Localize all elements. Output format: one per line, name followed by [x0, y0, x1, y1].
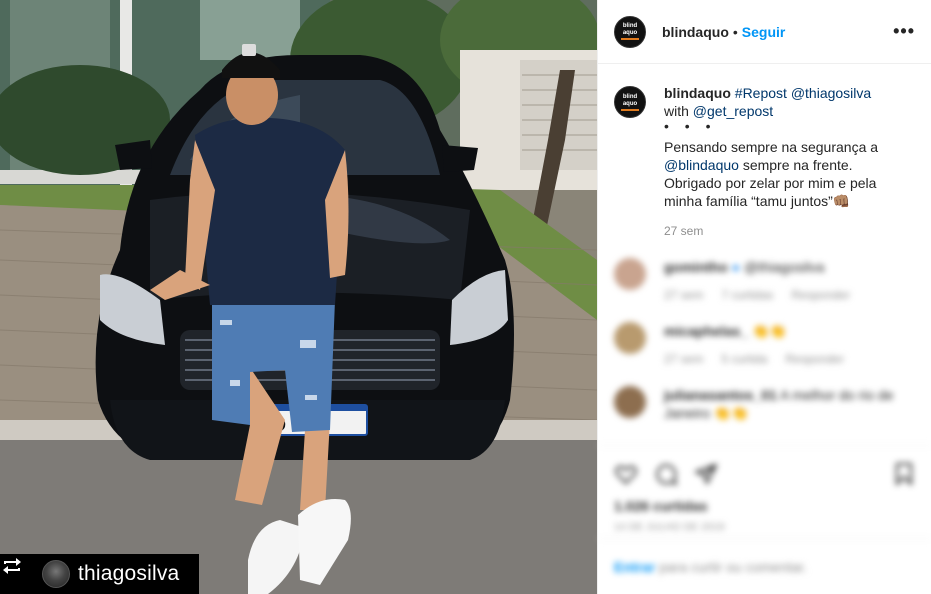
- caption-text: blindaquo #Repost @thiagosilva with @get…: [664, 84, 878, 240]
- repost-hashtag[interactable]: #Repost: [735, 85, 787, 101]
- like-heart-icon[interactable]: [614, 462, 638, 486]
- comment-reply-button[interactable]: Responder: [785, 350, 844, 368]
- comments-list[interactable]: blind aquo blindaquo #Repost @thiagosilv…: [598, 64, 931, 444]
- caption-line2: sempre na frente.: [738, 157, 853, 173]
- comment-likes[interactable]: 7 curtidas: [721, 286, 773, 304]
- comment-reply-button[interactable]: Responder: [791, 286, 850, 304]
- comment-text-continued: Janeiro 👏👏: [664, 405, 749, 421]
- logo-text-line2: aquo: [622, 30, 638, 36]
- comment-username[interactable]: micaphelas_: [664, 323, 748, 339]
- comment-likes[interactable]: 5 curtida: [721, 350, 767, 368]
- caption-username[interactable]: blindaquo: [664, 85, 731, 101]
- comment-item: gomintho ● @thiagosilva 27 sem 7 curtida…: [614, 258, 915, 304]
- header-separator: •: [732, 23, 738, 40]
- caption-with-word: with: [664, 103, 689, 119]
- repost-user-avatar: [42, 560, 70, 588]
- post-caption: blind aquo blindaquo #Repost @thiagosilv…: [614, 84, 915, 240]
- caption-timestamp[interactable]: 27 sem: [664, 222, 878, 240]
- post-date[interactable]: 14 DE JULHO DE 2019: [614, 522, 916, 533]
- comment-item: julianasantos_01 A melhor do rio de Jane…: [614, 386, 915, 422]
- more-options-icon[interactable]: •••: [893, 21, 915, 42]
- logo-accent-bar: [621, 38, 639, 40]
- logo-text-line1: blind: [622, 23, 638, 29]
- mention-get-repost[interactable]: @get_repost: [693, 103, 773, 119]
- post-photo-illustration: FD 98: [0, 0, 597, 594]
- profile-username[interactable]: blindaquo: [662, 24, 729, 40]
- comment-text: A melhor do rio de: [779, 387, 894, 403]
- comment-avatar[interactable]: [614, 386, 646, 418]
- post-photo[interactable]: FD 98 thiagosilva: [0, 0, 597, 594]
- post-actions: 1.026 curtidas 14 DE JULHO DE 2019: [598, 445, 931, 533]
- comment-text: @thiagosilva: [744, 259, 825, 275]
- caption-line1: Pensando sempre na segurança a: [664, 139, 879, 155]
- mention-blindaquo[interactable]: @blindaquo: [664, 157, 739, 173]
- caption-avatar[interactable]: blind aquo: [614, 86, 646, 118]
- comment-text: 👏👏: [751, 323, 787, 339]
- login-to-comment-bar: Entrar para curtir ou comentar.: [598, 538, 931, 594]
- share-paper-plane-icon[interactable]: [694, 462, 718, 486]
- comment-item: micaphelas_ 👏👏 27 sem 5 curtida Responde…: [614, 322, 915, 368]
- verified-badge-icon: ●: [731, 259, 741, 275]
- comment-username[interactable]: gomintho: [664, 259, 728, 275]
- comment-username[interactable]: julianasantos_01: [664, 387, 777, 403]
- fist-emoji: 👊🏽: [832, 193, 851, 209]
- login-link[interactable]: Entrar: [614, 559, 655, 575]
- caption-logo-text-line2: aquo: [622, 100, 638, 107]
- comment-bubble-icon[interactable]: [654, 462, 678, 486]
- comment-time: 27 sem: [664, 352, 704, 366]
- comment-avatar[interactable]: [614, 258, 646, 290]
- comment-avatar[interactable]: [614, 322, 646, 354]
- repost-username: thiagosilva: [78, 562, 180, 585]
- mention-thiagosilva[interactable]: @thiagosilva: [791, 85, 871, 101]
- repost-watermark: thiagosilva: [0, 554, 199, 594]
- caption-line3: Obrigado por zelar por mim e pela: [664, 175, 877, 191]
- caption-logo-accent-bar: [621, 108, 639, 111]
- login-prompt-text: para curtir ou comentar.: [659, 558, 808, 575]
- repost-icon: [3, 558, 34, 587]
- caption-line4: minha família “tamu juntos”: [664, 193, 833, 209]
- comment-time: 27 sem: [664, 288, 704, 302]
- profile-avatar[interactable]: blind aquo: [614, 15, 646, 48]
- caption-dots: • • •: [664, 118, 717, 134]
- likes-count[interactable]: 1.026 curtidas: [614, 498, 916, 514]
- post-header: blind aquo blindaquo • Seguir •••: [598, 0, 931, 64]
- follow-button[interactable]: Seguir: [742, 24, 786, 40]
- save-bookmark-icon[interactable]: [892, 462, 916, 486]
- caption-logo-text-line1: blind: [622, 93, 638, 100]
- post-side-panel: blind aquo blindaquo • Seguir ••• blind …: [597, 0, 931, 594]
